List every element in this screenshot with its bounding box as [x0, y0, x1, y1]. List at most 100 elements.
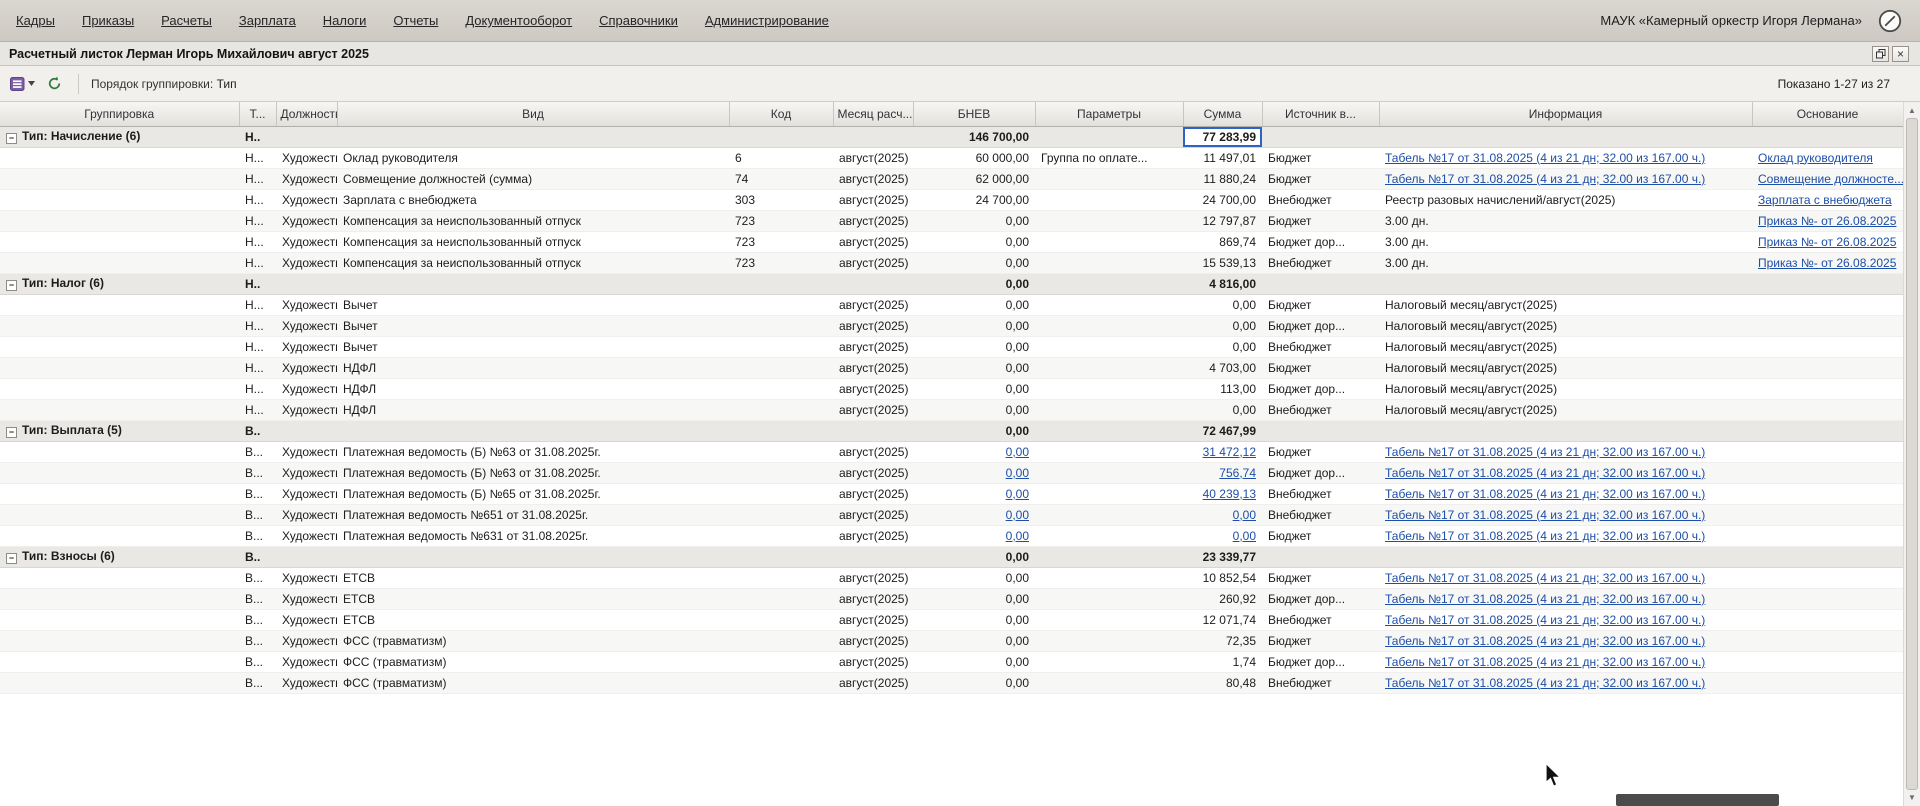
cell-vid[interactable]: Компенсация за неиспользованный отпуск — [337, 231, 729, 253]
cell-post[interactable]: Художестве... — [276, 315, 337, 337]
cell-sum[interactable]: 113,00 — [1183, 378, 1262, 400]
cell-source[interactable]: Внебюджет — [1262, 399, 1379, 421]
cell-group[interactable] — [0, 252, 239, 274]
cell-vid[interactable]: НДФЛ — [337, 378, 729, 400]
cell-info[interactable]: Табель №17 от 31.08.2025 (4 из 21 дн; 32… — [1379, 483, 1752, 505]
cell-info[interactable] — [1379, 272, 1752, 295]
cell-code[interactable] — [729, 125, 833, 148]
cell-sum-total[interactable]: 23 339,77 — [1183, 545, 1262, 568]
cell-bnev-link[interactable]: 0,00 — [1006, 466, 1029, 480]
cell-source[interactable]: Бюджет — [1262, 168, 1379, 190]
cell-basis[interactable]: Совмещение должносте... — [1752, 168, 1903, 190]
cell-bnev-total[interactable]: 0,00 — [913, 545, 1035, 568]
cell-post[interactable] — [276, 545, 337, 568]
column-header[interactable]: Группировка — [0, 102, 240, 127]
cell-month[interactable]: август(2025) — [833, 588, 913, 610]
cell-post[interactable]: Художестве... — [276, 630, 337, 652]
cell-info-link[interactable]: Табель №17 от 31.08.2025 (4 из 21 дн; 32… — [1385, 172, 1705, 186]
cell-params[interactable] — [1035, 252, 1183, 274]
cell-type[interactable]: Н... — [239, 231, 276, 253]
cell-code[interactable] — [729, 294, 833, 316]
cell-bnev-total[interactable]: 0,00 — [913, 272, 1035, 295]
cell-sum[interactable]: 0,00 — [1183, 399, 1262, 421]
cell-params[interactable] — [1035, 462, 1183, 484]
cell-month[interactable]: август(2025) — [833, 378, 913, 400]
cell-group[interactable] — [0, 672, 239, 694]
cell-basis[interactable] — [1752, 336, 1903, 358]
cell-post[interactable] — [276, 125, 337, 148]
cell-month[interactable]: август(2025) — [833, 651, 913, 673]
cell-post[interactable]: Художестве... — [276, 252, 337, 274]
cell-basis[interactable] — [1752, 294, 1903, 316]
cell-basis[interactable] — [1752, 504, 1903, 526]
cell-params[interactable] — [1035, 483, 1183, 505]
cell-source[interactable] — [1262, 125, 1379, 148]
cell-params[interactable] — [1035, 125, 1183, 148]
cell-basis[interactable]: Приказ №- от 26.08.2025 — [1752, 252, 1903, 274]
cell-info[interactable]: Табель №17 от 31.08.2025 (4 из 21 дн; 32… — [1379, 525, 1752, 547]
column-header[interactable]: Сумма — [1183, 102, 1263, 127]
cell-bnev[interactable]: 0,00 — [913, 294, 1035, 316]
cell-basis[interactable] — [1752, 567, 1903, 589]
collapse-group-icon[interactable]: − — [6, 280, 17, 291]
cell-sum-link[interactable]: 40 239,13 — [1203, 487, 1256, 501]
cell-post[interactable]: Художестве... — [276, 441, 337, 463]
cell-post[interactable] — [276, 419, 337, 442]
cell-bnev-link[interactable]: 0,00 — [1006, 487, 1029, 501]
cell-vid[interactable]: Вычет — [337, 315, 729, 337]
cell-vid[interactable] — [337, 272, 729, 295]
cell-group[interactable] — [0, 525, 239, 547]
cell-month[interactable]: август(2025) — [833, 525, 913, 547]
cell-bnev[interactable]: 0,00 — [913, 651, 1035, 673]
cell-info[interactable]: Табель №17 от 31.08.2025 (4 из 21 дн; 32… — [1379, 441, 1752, 463]
cell-code[interactable] — [729, 336, 833, 358]
cell-basis[interactable] — [1752, 462, 1903, 484]
cell-params[interactable] — [1035, 651, 1183, 673]
cell-sum[interactable]: 24 700,00 — [1183, 189, 1262, 211]
cell-post[interactable]: Художестве... — [276, 567, 337, 589]
cell-basis[interactable] — [1752, 651, 1903, 673]
cell-info-link[interactable]: Табель №17 от 31.08.2025 (4 из 21 дн; 32… — [1385, 613, 1705, 627]
cell-basis[interactable]: Приказ №- от 26.08.2025 — [1752, 231, 1903, 253]
cell-basis[interactable] — [1752, 672, 1903, 694]
cell-vid[interactable]: Компенсация за неиспользованный отпуск — [337, 252, 729, 274]
cell-month[interactable]: август(2025) — [833, 609, 913, 631]
cell-params[interactable]: Группа по оплате... — [1035, 147, 1183, 169]
cell-basis-link[interactable]: Приказ №- от 26.08.2025 — [1758, 235, 1896, 249]
cell-source[interactable] — [1262, 272, 1379, 295]
cell-bnev[interactable]: 60 000,00 — [913, 147, 1035, 169]
cell-info[interactable]: Налоговый месяц/август(2025) — [1379, 357, 1752, 379]
cell-group[interactable] — [0, 441, 239, 463]
cell-code[interactable] — [729, 441, 833, 463]
report-settings-button[interactable] — [10, 72, 35, 96]
cell-month[interactable]: август(2025) — [833, 147, 913, 169]
cell-params[interactable] — [1035, 210, 1183, 232]
cell-bnev[interactable]: 0,00 — [913, 609, 1035, 631]
cell-month[interactable]: август(2025) — [833, 441, 913, 463]
menu-item-2[interactable]: Приказы — [82, 13, 134, 28]
cell-group[interactable] — [0, 210, 239, 232]
cell-type[interactable]: В.. — [239, 419, 276, 442]
cell-vid[interactable]: Платежная ведомость (Б) №65 от 31.08.202… — [337, 483, 729, 505]
cell-params[interactable] — [1035, 672, 1183, 694]
cell-vid[interactable]: Платежная ведомость №651 от 31.08.2025г. — [337, 504, 729, 526]
cell-vid[interactable]: ФСС (травматизм) — [337, 651, 729, 673]
cell-info-link[interactable]: Табель №17 от 31.08.2025 (4 из 21 дн; 32… — [1385, 508, 1705, 522]
cell-info[interactable]: Налоговый месяц/август(2025) — [1379, 399, 1752, 421]
cell-code[interactable] — [729, 462, 833, 484]
cell-sum[interactable]: 4 703,00 — [1183, 357, 1262, 379]
cell-source[interactable]: Бюджет дор... — [1262, 315, 1379, 337]
cell-basis[interactable] — [1752, 545, 1903, 568]
cell-params[interactable] — [1035, 441, 1183, 463]
cell-type[interactable]: Н... — [239, 336, 276, 358]
cell-sum-link[interactable]: 31 472,12 — [1203, 445, 1256, 459]
collapse-group-icon[interactable]: − — [6, 133, 17, 144]
cell-bnev[interactable]: 0,00 — [913, 483, 1035, 505]
cell-sum-link[interactable]: 756,74 — [1219, 466, 1256, 480]
cell-code[interactable] — [729, 315, 833, 337]
cell-post[interactable]: Художестве... — [276, 609, 337, 631]
cell-bnev[interactable]: 0,00 — [913, 504, 1035, 526]
cell-source[interactable]: Бюджет — [1262, 147, 1379, 169]
cell-info[interactable]: 3.00 дн. — [1379, 210, 1752, 232]
cell-info[interactable]: Табель №17 от 31.08.2025 (4 из 21 дн; 32… — [1379, 567, 1752, 589]
